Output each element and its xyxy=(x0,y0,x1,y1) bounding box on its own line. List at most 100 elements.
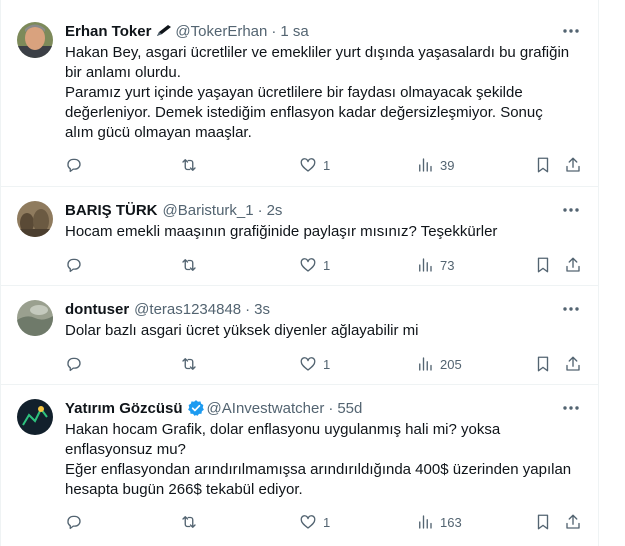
pen-icon xyxy=(155,24,173,38)
tweet-text-line: bir anlamı olurdu. xyxy=(65,64,181,81)
timestamp[interactable]: 1 sa xyxy=(280,23,308,40)
tweet-actions: 1 39 xyxy=(65,155,590,175)
retweet-icon xyxy=(182,159,196,171)
tweet-text: Hocam emekli maaşının grafiğinide paylaş… xyxy=(65,222,585,242)
tweet-text-line: Eğer enflasyondan arındırılmamışsa arınd… xyxy=(65,461,572,478)
tweet-header: dontuser @teras1234848 · 3s xyxy=(65,299,270,319)
retweet-icon xyxy=(182,516,196,528)
reply-button[interactable] xyxy=(65,354,83,374)
tweet-text-line: Paramız yurt içinde yaşayan ücretlilere … xyxy=(65,84,523,101)
share-icon xyxy=(566,157,580,172)
retweet-button[interactable] xyxy=(180,255,198,275)
retweet-button[interactable] xyxy=(180,354,198,374)
like-count: 1 xyxy=(323,356,331,372)
retweet-button[interactable] xyxy=(180,512,198,532)
analytics-icon xyxy=(419,158,432,172)
user-handle[interactable]: @TokerErhan xyxy=(175,23,267,40)
views-button[interactable]: 205 xyxy=(416,354,462,374)
heart-icon xyxy=(300,357,316,371)
share-button[interactable] xyxy=(564,155,582,175)
share-icon xyxy=(566,514,580,529)
share-button[interactable] xyxy=(564,255,582,275)
timestamp[interactable]: 55d xyxy=(337,400,362,417)
display-name[interactable]: Yatırım Gözcüsü xyxy=(65,400,183,417)
reply-icon xyxy=(67,357,81,372)
avatar[interactable] xyxy=(17,399,53,435)
tweet-header: Erhan Toker @TokerErhan · 1 sa xyxy=(65,21,309,41)
reply-button[interactable] xyxy=(65,512,83,532)
more-options-button[interactable] xyxy=(560,20,582,42)
bookmark-button[interactable] xyxy=(534,512,552,532)
bookmark-button[interactable] xyxy=(534,155,552,175)
more-options-button[interactable] xyxy=(560,199,582,221)
reply-tweet[interactable]: Yatırım Gözcüsü @AInvestwatcher · 55d Ha… xyxy=(1,385,598,546)
like-count: 1 xyxy=(323,257,331,273)
retweet-icon xyxy=(182,259,196,271)
more-icon xyxy=(563,208,579,212)
reply-tweet[interactable]: dontuser @teras1234848 · 3s Dolar bazlı … xyxy=(1,286,598,385)
like-button[interactable]: 1 xyxy=(299,155,330,175)
tweet-text-line: alım gücü olmayan maaşlar. xyxy=(65,124,252,141)
bookmark-icon xyxy=(537,356,549,372)
tweet-header: Yatırım Gözcüsü @AInvestwatcher · 55d xyxy=(65,398,362,418)
tweet-text-line: Hocam emekli maaşının grafiğinide paylaş… xyxy=(65,223,498,240)
avatar[interactable] xyxy=(17,22,53,58)
separator-dot: · xyxy=(271,22,277,40)
bookmark-button[interactable] xyxy=(534,354,552,374)
view-count: 163 xyxy=(440,514,462,530)
display-name[interactable]: dontuser xyxy=(65,301,129,318)
tweet-text-line: değerleniyor. Demek istediğim enflasyon … xyxy=(65,104,543,121)
tweet-actions: 1 205 xyxy=(65,354,590,374)
views-button[interactable]: 73 xyxy=(416,255,454,275)
avatar[interactable] xyxy=(17,201,53,237)
tweet-text: Dolar bazlı asgari ücret yüksek diyenler… xyxy=(65,321,585,341)
views-button[interactable]: 163 xyxy=(416,512,462,532)
reply-button[interactable] xyxy=(65,155,83,175)
user-handle[interactable]: @teras1234848 xyxy=(134,301,241,318)
analytics-icon xyxy=(419,515,432,529)
tweet-text-line: Hakan hocam Grafik, dolar enflasyonu uyg… xyxy=(65,421,501,438)
reply-feed: Erhan Toker @TokerErhan · 1 sa Hakan Bey… xyxy=(0,0,625,546)
user-handle[interactable]: @AInvestwatcher xyxy=(207,400,325,417)
bookmark-icon xyxy=(537,157,549,173)
tweet-header: BARIŞ TÜRK @Baristurk_1 · 2s xyxy=(65,200,282,220)
timestamp[interactable]: 3s xyxy=(254,301,270,318)
bookmark-icon xyxy=(537,257,549,273)
like-button[interactable]: 1 xyxy=(299,255,330,275)
share-icon xyxy=(566,257,580,272)
more-icon xyxy=(563,307,579,311)
more-options-button[interactable] xyxy=(560,298,582,320)
display-name[interactable]: Erhan Toker xyxy=(65,23,151,40)
verified-badge-icon xyxy=(187,399,205,417)
user-handle[interactable]: @Baristurk_1 xyxy=(163,202,254,219)
reply-icon xyxy=(67,515,81,530)
like-button[interactable]: 1 xyxy=(299,512,330,532)
tweet-text-line: Hakan Bey, asgari ücretliler ve emeklile… xyxy=(65,44,570,61)
share-button[interactable] xyxy=(564,512,582,532)
share-button[interactable] xyxy=(564,354,582,374)
views-button[interactable]: 39 xyxy=(416,155,454,175)
separator-dot: · xyxy=(245,300,251,318)
like-count: 1 xyxy=(323,514,331,530)
heart-icon xyxy=(300,515,316,529)
reply-button[interactable] xyxy=(65,255,83,275)
reply-tweet[interactable]: Erhan Toker @TokerErhan · 1 sa Hakan Bey… xyxy=(1,0,598,187)
tweet-actions: 1 163 xyxy=(65,512,590,532)
reply-tweet[interactable]: BARIŞ TÜRK @Baristurk_1 · 2s Hocam emekl… xyxy=(1,187,598,286)
heart-icon xyxy=(300,158,316,172)
avatar[interactable] xyxy=(17,300,53,336)
separator-dot: · xyxy=(257,201,263,219)
heart-icon xyxy=(300,258,316,272)
reply-icon xyxy=(67,158,81,173)
reply-icon xyxy=(67,258,81,273)
more-options-button[interactable] xyxy=(560,397,582,419)
like-count: 1 xyxy=(323,157,331,173)
bookmark-button[interactable] xyxy=(534,255,552,275)
timestamp[interactable]: 2s xyxy=(267,202,283,219)
like-button[interactable]: 1 xyxy=(299,354,330,374)
view-count: 73 xyxy=(440,257,455,273)
tweet-text: Hakan hocam Grafik, dolar enflasyonu uyg… xyxy=(65,420,585,500)
display-name[interactable]: BARIŞ TÜRK xyxy=(65,202,158,219)
more-icon xyxy=(563,29,579,33)
retweet-button[interactable] xyxy=(180,155,198,175)
